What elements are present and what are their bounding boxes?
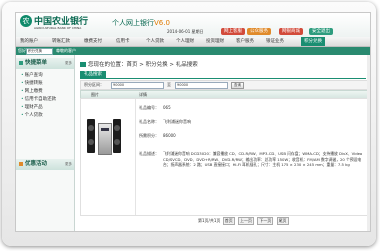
nav-item-transfer[interactable]: 转账汇款 (52, 38, 70, 44)
quick-menu-icon (19, 60, 23, 65)
last-page-button[interactable]: 尾页 (276, 217, 289, 225)
points-required-label: 所需积分： (139, 133, 159, 138)
public-service-button[interactable]: 公众服务 (247, 28, 271, 35)
sidebar-item-wealth[interactable]: 理财产品 (21, 104, 43, 110)
pager: 第1页/共1页 首页 上一页 下一页 尾页 (198, 217, 290, 225)
main-nav: 我的账户 转账汇款 缴费支付 信用卡 个人贷款 个人理财 投资理财 客户服务 银… (16, 37, 370, 47)
header: 农 中国农业银行 AGRICULTURAL BANK OF CHINA 个人网上… (16, 13, 370, 37)
tab-row: 礼品搜索 (80, 71, 366, 79)
scrollbar[interactable] (367, 55, 370, 231)
gift-id-value: 065 (163, 105, 171, 110)
nav-item-securities[interactable]: 银证业务 (266, 38, 284, 44)
sidebar: 快捷菜单更多 账户查询 快捷转账 网上缴费 信用卡自助还款 理财产品 个人贷款 … (16, 55, 75, 231)
gift-name-value: 飞利浦迷你音响 (163, 119, 191, 124)
promo-icon (19, 161, 23, 166)
home-icon (80, 62, 86, 67)
product-image[interactable] (87, 113, 121, 161)
left-speaker (87, 119, 95, 153)
nav-item-wealth[interactable]: 个人理财 (176, 38, 194, 44)
breadcrumb-text: 您现在的位置：首页 > 积分兑换 > 礼品搜索 (88, 62, 198, 68)
sidebar-item-loans[interactable]: 个人贷款 (21, 112, 43, 118)
column-divider (135, 99, 136, 215)
logout-button[interactable]: 安全退出 (309, 28, 333, 35)
filter-bar: 积分区间： 90000 至 90000 查询 (80, 80, 368, 90)
nav-item-payment[interactable]: 缴费支付 (84, 38, 102, 44)
promo-title: 优惠活动 更多 (16, 159, 74, 170)
tab-gift-search[interactable]: 礼品搜索 (80, 71, 106, 78)
gift-id-label: 礼品编号： (139, 105, 159, 110)
gift-name-label: 礼品名称： (139, 119, 159, 124)
nav-item-points[interactable]: 积分兑换 (301, 37, 325, 46)
sidebar-item-account-query[interactable]: 账户查询 (21, 72, 43, 78)
nav-item-service[interactable]: 客户服务 (236, 38, 254, 44)
product-version: V6.0 (154, 19, 170, 27)
points-from-input[interactable]: 90000 (111, 82, 164, 89)
user-bar: 您好 积分兑换 尊敬的客户 (16, 47, 370, 55)
promo-label: 优惠活动 (25, 161, 48, 167)
gift-description: 飞利浦迷你音响 DCD3020：兼容播放 CD、CD-R/RW、MP3-CD、U… (163, 151, 363, 168)
bank-screen: 农 中国农业银行 AGRICULTURAL BANK OF CHINA 个人网上… (15, 12, 371, 232)
mall-button[interactable]: 网银商城 (279, 28, 303, 35)
product-detail: 礼品编号： 065 礼品名称： 飞利浦迷你音响 所需积分： 86000 礼品描述… (80, 98, 368, 216)
page-info: 第1页/共1页 (198, 218, 221, 223)
user-name: 尊敬的客户 (56, 48, 76, 53)
quick-menu-more-link[interactable]: 更多 (62, 58, 72, 69)
breadcrumb: 您现在的位置：首页 > 积分兑换 > 礼品搜索 (80, 60, 198, 68)
prev-page-button[interactable]: 上一页 (238, 217, 254, 225)
nav-item-investment[interactable]: 投资理财 (206, 38, 224, 44)
search-button[interactable]: 查询 (231, 82, 244, 89)
nav-item-accounts[interactable]: 我的账户 (20, 38, 38, 44)
product-name: 个人网上银行 (112, 19, 154, 27)
first-page-button[interactable]: 首页 (222, 217, 235, 225)
gift-desc-label: 礼品描述： (139, 151, 159, 156)
user-greeting: 您好 (18, 48, 26, 53)
next-page-button[interactable]: 下一页 (257, 217, 274, 225)
device-frame: 农 中国农业银行 AGRICULTURAL BANK OF CHINA 个人网上… (2, 2, 376, 246)
nav-item-loans[interactable]: 个人贷款 (146, 38, 164, 44)
points-to-label: 至 (167, 82, 171, 87)
sidebar-item-quick-transfer[interactable]: 快捷转账 (21, 80, 43, 86)
points-range-label: 积分区间： (84, 82, 104, 87)
bank-name-en: AGRICULTURAL BANK OF CHINA (34, 26, 82, 30)
points-to-input[interactable]: 90000 (175, 82, 228, 89)
quick-menu-title: 快捷菜单 更多 (16, 58, 74, 69)
online-service-button[interactable]: 网上客服 (221, 28, 245, 35)
nav-item-credit-card[interactable]: 信用卡 (116, 38, 130, 44)
stereo-unit (98, 123, 112, 155)
sidebar-item-credit-repay[interactable]: 信用卡自助还款 (21, 96, 57, 102)
main-content: 您现在的位置：首页 > 积分兑换 > 礼品搜索 礼品搜索 积分区间： 90000… (78, 55, 368, 231)
right-speaker (113, 119, 121, 153)
account-select[interactable]: 积分兑换 (26, 48, 53, 55)
date-display: 2014-06-01 星期日 (167, 29, 204, 34)
promo-more-link[interactable]: 更多 (62, 159, 72, 170)
bank-logo-icon: 农 (20, 15, 32, 27)
quick-menu-label: 快捷菜单 (25, 60, 48, 66)
product-title: 个人网上银行V6.0 (112, 18, 170, 28)
points-required-value: 86000 (163, 133, 176, 138)
sidebar-item-bill-payment[interactable]: 网上缴费 (21, 88, 43, 94)
